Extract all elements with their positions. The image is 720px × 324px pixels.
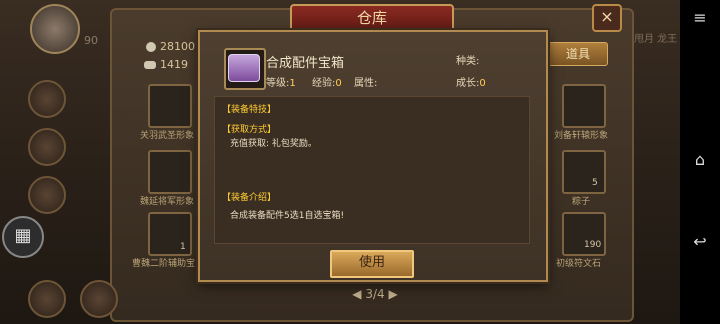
next-page-icon[interactable]: ▶ — [385, 287, 397, 301]
home-icon[interactable]: ⌂ — [690, 150, 710, 170]
item-slot-label: 粽子 — [572, 197, 591, 207]
item-slot[interactable] — [562, 84, 606, 128]
page-indicator: ◀ 3/4 ▶ — [352, 287, 398, 301]
item-slot[interactable] — [562, 150, 606, 194]
item-slot-label: 初级符文石 — [556, 259, 602, 269]
item-type: 种类: — [456, 56, 480, 67]
item-slot-label: 曹魏二阶辅助宝 — [132, 259, 196, 269]
side-menu-button-1[interactable] — [28, 80, 66, 118]
item-exp: 经验:0 — [312, 78, 342, 89]
prev-page-icon[interactable]: ◀ — [352, 287, 365, 301]
obtain-section-title: 【获取方式】 — [222, 125, 277, 135]
item-slot-label: 刘备轩辕形象 — [554, 131, 609, 141]
item-detail-box — [214, 96, 530, 244]
ingot-icon — [144, 61, 156, 69]
item-slot[interactable] — [148, 150, 192, 194]
side-menu-button-5[interactable] — [80, 280, 118, 318]
close-button[interactable]: × — [592, 4, 622, 32]
item-growth: 成长:0 — [456, 78, 486, 89]
back-icon[interactable]: ↩ — [690, 232, 710, 252]
item-slot[interactable] — [148, 84, 192, 128]
player-avatar[interactable] — [30, 4, 80, 54]
intro-section-text: 合成装备配件5选1自选宝箱! — [230, 211, 345, 221]
ingot-counter: 1419 — [144, 58, 188, 71]
item-slot-label: 关羽武圣形象 — [140, 131, 195, 141]
side-menu-button-4[interactable] — [28, 280, 66, 318]
coin-counter: 28100 — [146, 40, 195, 53]
level-badge: 90 — [84, 34, 98, 47]
side-menu-button-2[interactable] — [28, 128, 66, 166]
tab-right-partial[interactable]: 甩月 龙王 — [634, 30, 677, 45]
chest-icon — [228, 54, 260, 82]
item-slot-count: 1 — [180, 242, 186, 252]
item-name: 合成配件宝箱 — [266, 56, 345, 71]
item-slot-label: 魏延将军形象 — [140, 197, 195, 207]
item-slot-count: 5 — [592, 178, 598, 188]
menu-icon[interactable]: ≡ — [690, 8, 710, 28]
item-attr: 属性: — [354, 78, 378, 89]
coin-icon — [146, 42, 156, 52]
item-level: 等级:1 — [266, 78, 296, 89]
side-menu-button-3[interactable] — [28, 176, 66, 214]
use-button[interactable]: 使用 — [330, 250, 414, 278]
item-slot-count: 190 — [584, 240, 602, 250]
intro-section-title: 【装备介绍】 — [222, 193, 277, 203]
skill-section-title: 【装备特技】 — [222, 105, 277, 115]
overlay-float-icon[interactable]: ▦ — [2, 216, 44, 258]
obtain-section-text: 充值获取: 礼包奖励。 — [230, 139, 317, 149]
tab-daoju[interactable]: 道具 — [548, 42, 608, 66]
